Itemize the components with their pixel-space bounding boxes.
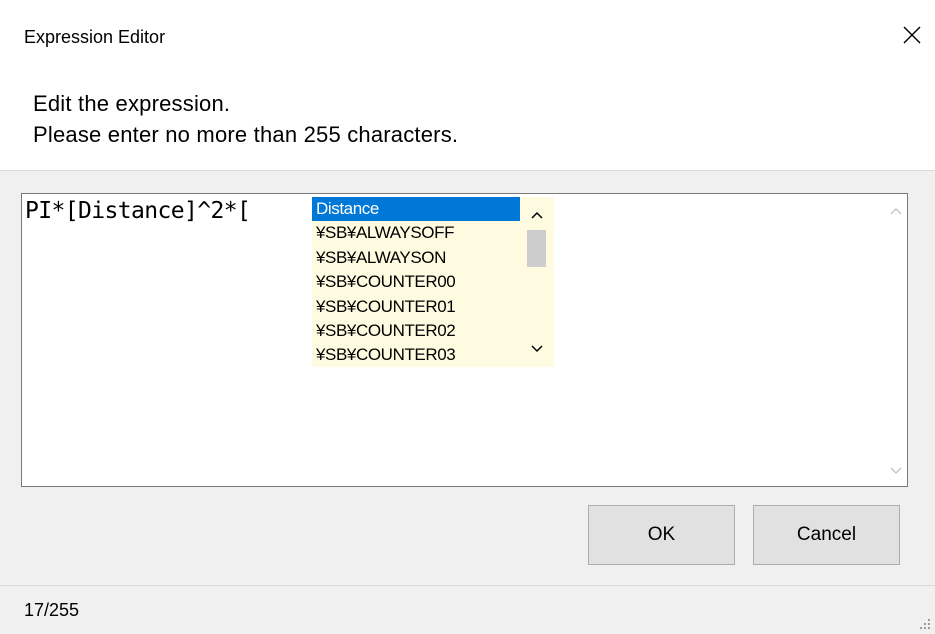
cancel-button[interactable]: Cancel <box>753 505 900 565</box>
autocomplete-item[interactable]: ¥SB¥COUNTER03 <box>312 343 520 367</box>
expression-editor-dialog: Expression Editor Edit the expression. P… <box>0 0 935 634</box>
autocomplete-item[interactable]: ¥SB¥COUNTER01 <box>312 295 520 319</box>
character-count: 17/255 <box>24 600 80 620</box>
title-bar[interactable]: Expression Editor <box>0 0 935 76</box>
ok-button[interactable]: OK <box>588 505 735 565</box>
chevron-up-icon <box>531 211 543 219</box>
instruction-line-1: Edit the expression. <box>33 91 231 116</box>
autocomplete-scroll-thumb[interactable] <box>527 230 546 267</box>
autocomplete-scrollbar[interactable] <box>520 197 554 367</box>
editor-scrollbar[interactable] <box>885 194 907 486</box>
chevron-up-icon <box>890 208 902 215</box>
window-title: Expression Editor <box>24 27 166 47</box>
autocomplete-item[interactable]: ¥SB¥COUNTER00 <box>312 270 520 294</box>
autocomplete-scroll-down[interactable] <box>520 335 554 363</box>
close-button[interactable] <box>889 12 935 58</box>
scroll-down-arrow[interactable] <box>885 460 907 482</box>
resize-grip-icon[interactable] <box>917 616 931 630</box>
autocomplete-items: Distance ¥SB¥ALWAYSOFF ¥SB¥ALWAYSON ¥SB¥COU… <box>312 197 520 367</box>
scroll-up-arrow[interactable] <box>885 200 907 222</box>
chevron-down-icon <box>531 345 543 353</box>
instruction-line-2: Please enter no more than 255 characters… <box>33 122 459 147</box>
autocomplete-list[interactable]: Distance ¥SB¥ALWAYSOFF ¥SB¥ALWAYSON ¥SB¥COU… <box>312 197 554 367</box>
chevron-down-icon <box>890 467 902 474</box>
autocomplete-item[interactable]: ¥SB¥ALWAYSON <box>312 246 520 270</box>
autocomplete-item[interactable]: ¥SB¥ALWAYSOFF <box>312 221 520 245</box>
instruction-panel: Edit the expression. Please enter no mor… <box>0 76 935 171</box>
close-icon <box>903 26 921 44</box>
autocomplete-item[interactable]: Distance <box>312 197 520 222</box>
status-bar: 17/255 <box>0 586 935 634</box>
expression-text[interactable]: PI*[Distance]^2*[ <box>25 196 251 226</box>
autocomplete-scroll-up[interactable] <box>520 201 554 229</box>
autocomplete-item[interactable]: ¥SB¥COUNTER02 <box>312 319 520 343</box>
